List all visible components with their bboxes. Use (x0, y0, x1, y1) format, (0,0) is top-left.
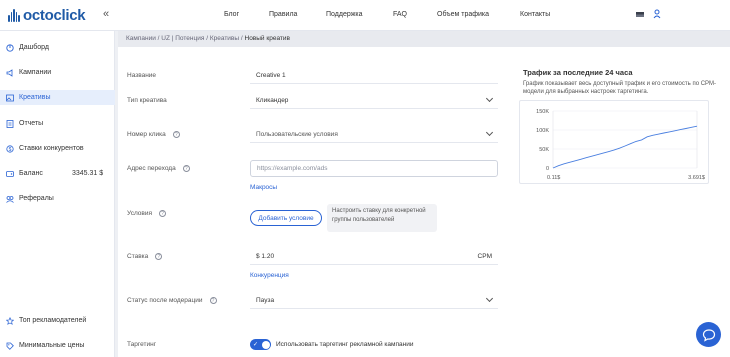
macros-link[interactable]: Макросы (250, 184, 277, 191)
svg-text:$: $ (9, 147, 12, 153)
balance-value: 3345.31 $ (72, 170, 104, 177)
help-icon[interactable]: ? (182, 165, 190, 172)
conditions-label: Условия? (127, 210, 167, 217)
creative-type-select[interactable]: Кликандер (250, 92, 498, 109)
megaphone-icon (6, 68, 14, 77)
bid-label: Ставка? (127, 253, 163, 260)
logo-icon (8, 8, 20, 22)
user-icon[interactable] (653, 9, 661, 19)
help-icon[interactable]: ? (172, 131, 180, 138)
y-tick-label: 100K (536, 128, 549, 134)
sidebar-item-competitor-bids[interactable]: $ Ставки конкурентов (0, 141, 115, 156)
x-tick-label-max: 3.691$ (688, 175, 705, 181)
creative-type-label: Тип креатива (127, 97, 167, 104)
main-content: Кампании / UZ | Потенция / Креативы / Но… (118, 31, 730, 357)
breadcrumb-item[interactable]: Кампании (126, 35, 156, 42)
name-label: Название (127, 72, 157, 79)
traffic-card-title: Трафик за последние 24 часа (523, 68, 633, 77)
sidebar-item-label: Минимальные цены (19, 342, 85, 349)
y-tick-label: 50K (539, 147, 549, 153)
collapse-sidebar-icon[interactable]: « (103, 8, 109, 20)
chevron-down-icon (485, 294, 494, 303)
nav-blog[interactable]: Блог (224, 11, 239, 18)
nav-faq[interactable]: FAQ (393, 11, 407, 18)
name-field[interactable]: Creative 1 (250, 67, 498, 84)
nav-contacts[interactable]: Контакты (520, 11, 550, 18)
moderation-status-select[interactable]: Пауза (250, 292, 498, 309)
targeting-toggle-label: Использовать таргетинг рекламной кампани… (276, 341, 414, 348)
traffic-card-description: График показывает весь доступный трафик … (523, 81, 717, 95)
click-number-label: Номер клика? (127, 131, 180, 138)
breadcrumb-item[interactable]: UZ | Потенция (161, 35, 204, 42)
referrals-icon (6, 195, 14, 203)
bid-unit: CPM (477, 252, 492, 260)
nav-support[interactable]: Поддержка (326, 11, 363, 18)
y-tick-label: 150K (536, 109, 549, 115)
traffic-chart-svg: 150K 100K 50K 0 0.11$ 3.691$ (536, 109, 705, 181)
dashboard-icon (6, 43, 14, 52)
language-flag-icon[interactable] (636, 12, 644, 17)
sidebar-item-label: Отчеты (19, 120, 44, 127)
conditions-hint: Настроить ставку для конкретной группы п… (327, 204, 437, 232)
sidebar-item-label: Кампании (19, 69, 52, 76)
traffic-chart: 150K 100K 50K 0 0.11$ 3.691$ (519, 100, 709, 184)
sidebar-item-label: Рефералы (19, 195, 54, 202)
sidebar-item-balance[interactable]: Баланс 3345.31 $ (0, 166, 115, 181)
url-input[interactable]: https://example.com/ads (250, 160, 498, 177)
nav-traffic-volume[interactable]: Объем трафика (437, 11, 489, 18)
report-icon (6, 119, 14, 128)
logo[interactable]: octoclick (8, 6, 86, 24)
sidebar-item-top-advertisers[interactable]: Топ рекламодателей (0, 313, 115, 328)
sidebar-item-minimum-prices[interactable]: Минимальные цены (0, 338, 115, 353)
x-tick-label-min: 0.11$ (547, 175, 560, 181)
breadcrumb-item[interactable]: Креативы (210, 35, 239, 42)
top-icon (6, 316, 14, 325)
wallet-icon (6, 170, 14, 178)
sidebar-item-label: Дашборд (19, 44, 49, 51)
breadcrumb-current: Новый креатив (244, 35, 290, 42)
series-line (552, 125, 698, 169)
sidebar-item-campaigns[interactable]: Кампании (0, 65, 115, 80)
targeting-toggle[interactable]: ✓ (250, 339, 271, 350)
help-icon[interactable]: ? (209, 297, 217, 304)
chevron-down-icon (485, 128, 494, 137)
nav-rules[interactable]: Правила (269, 11, 297, 18)
top-bar: octoclick « Блог Правила Поддержка FAQ О… (0, 0, 730, 31)
url-label: Адрес перехода? (127, 165, 190, 172)
logo-text: octoclick (23, 6, 86, 24)
sidebar: Дашборд Кампании Креативы Отчеты $ Ставк… (0, 31, 115, 357)
chat-button[interactable] (696, 322, 721, 347)
add-condition-button[interactable]: Добавить условие (250, 210, 322, 226)
breadcrumb: Кампании / UZ | Потенция / Креативы / Но… (118, 31, 730, 47)
price-icon (6, 342, 14, 350)
chevron-down-icon (485, 94, 494, 103)
help-icon[interactable]: ? (155, 253, 163, 260)
competition-link[interactable]: Конкуренция (250, 272, 289, 279)
sidebar-item-label: Топ рекламодателей (19, 317, 87, 324)
y-tick-label: 0 (546, 166, 549, 172)
chat-icon (702, 328, 715, 342)
bid-input[interactable]: $ 1.20 CPM (250, 248, 498, 265)
help-icon[interactable]: ? (159, 210, 167, 217)
sidebar-item-referrals[interactable]: Рефералы (0, 191, 115, 206)
bids-icon: $ (6, 144, 14, 153)
moderation-status-label: Статус после модерации? (127, 297, 217, 304)
sidebar-item-label: Креативы (19, 94, 51, 101)
click-number-select[interactable]: Пользовательские условия (250, 126, 498, 143)
sidebar-item-label: Ставки конкурентов (19, 145, 84, 152)
sidebar-item-label: Баланс (19, 170, 43, 177)
sidebar-item-dashboard[interactable]: Дашборд (0, 40, 115, 55)
image-icon (6, 94, 14, 102)
check-icon: ✓ (253, 342, 259, 348)
targeting-label: Таргетинг (127, 341, 157, 348)
sidebar-item-creatives[interactable]: Креативы (0, 90, 115, 105)
sidebar-item-reports[interactable]: Отчеты (0, 116, 115, 131)
